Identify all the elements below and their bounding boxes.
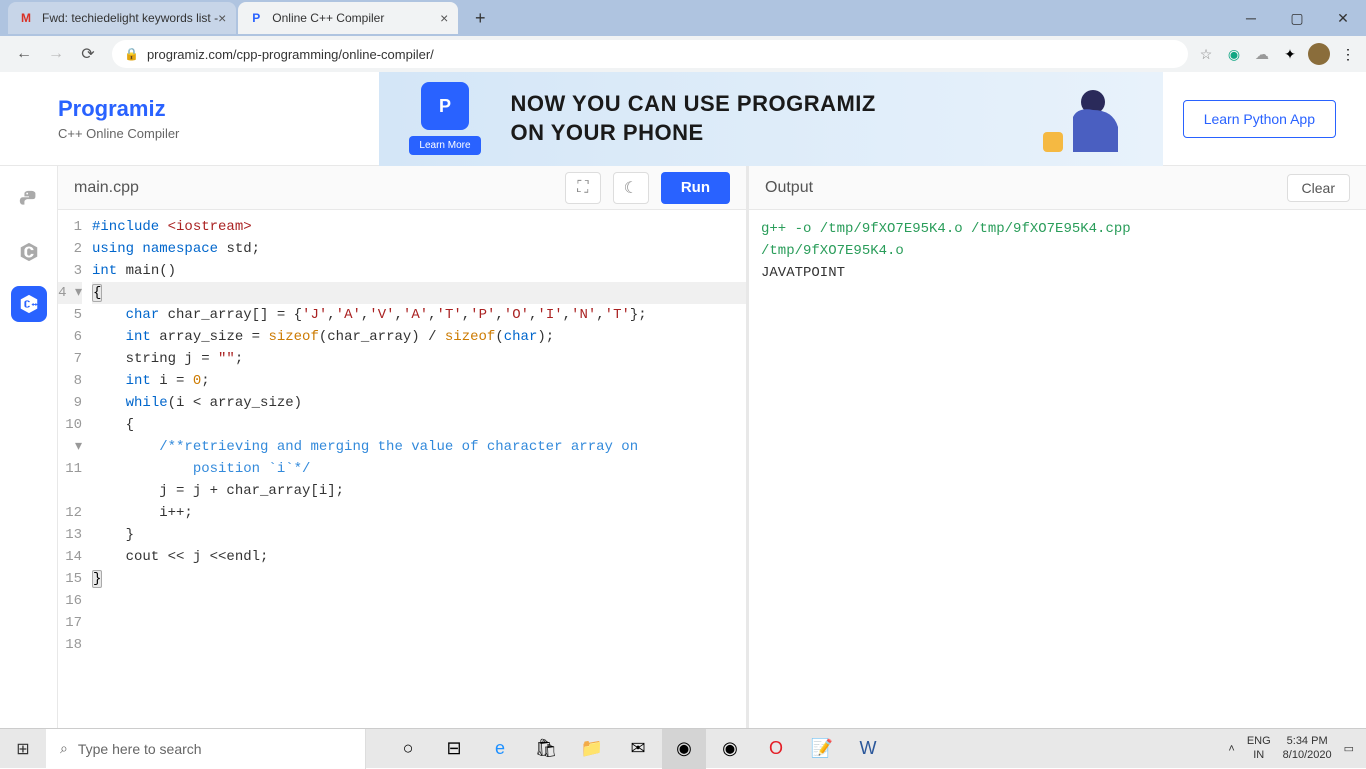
cortana-icon[interactable]: ○ [386,729,430,769]
forward-button[interactable]: → [40,38,72,70]
browser-tab-compiler[interactable]: P Online C++ Compiler × [238,2,458,34]
learn-python-button[interactable]: Learn Python App [1183,100,1336,138]
lock-icon: 🔒 [124,47,139,61]
banner-headline: NOW YOU CAN USE PROGRAMIZ ON YOUR PHONE [511,90,876,147]
search-icon: ⌕ [60,740,68,757]
code-lines[interactable]: #include <iostream>using namespace std;i… [92,216,746,732]
gmail-icon: M [18,10,34,26]
action-center-icon[interactable]: ▭ [1344,742,1354,755]
maximize-button[interactable]: ▢ [1274,2,1320,34]
learn-more-pill[interactable]: Learn More [409,136,480,155]
output-title: Output [765,179,813,197]
fullscreen-button[interactable]: ⛶ [565,172,601,204]
store-icon[interactable]: 🛍 [524,729,568,769]
tab-title: Fwd: techiedelight keywords list - [42,11,218,25]
run-button[interactable]: Run [661,172,730,204]
extensions-button[interactable]: ✦ [1280,44,1300,64]
output-content: g++ -o /tmp/9fXO7E95K4.o /tmp/9fXO7E95K4… [749,210,1366,732]
ie-icon[interactable]: e [478,729,522,769]
language-indicator[interactable]: ENG IN [1247,735,1271,761]
learn-python-badge: P [421,82,469,130]
grammarly-icon[interactable]: ◉ [1224,44,1244,64]
tray-chevron-icon[interactable]: ˄ [1228,743,1234,755]
main-layout: main.cpp ⛶ ☾ Run 1234 ▾5678910 ▾11 12131… [0,166,1366,732]
language-sidebar [0,166,58,732]
logo-block[interactable]: Programiz C++ Online Compiler [58,96,179,141]
chromium-icon[interactable]: ◉ [708,729,752,769]
taskbar-search[interactable]: ⌕ Type here to search [46,729,366,769]
extension-icon[interactable]: ☁ [1252,44,1272,64]
chrome-icon[interactable]: ◉ [662,729,706,769]
notepad-icon[interactable]: 📝 [800,729,844,769]
sidebar-python[interactable] [11,182,47,218]
star-icon[interactable]: ☆ [1196,44,1216,64]
address-bar[interactable]: 🔒 programiz.com/cpp-programming/online-c… [112,40,1188,68]
profile-avatar[interactable] [1308,43,1330,65]
output-cmd-1: g++ -o /tmp/9fXO7E95K4.o /tmp/9fXO7E95K4… [761,218,1354,240]
task-view-icon[interactable]: ⊟ [432,729,476,769]
sidebar-c[interactable] [11,234,47,270]
output-result: JAVATPOINT [761,262,1354,284]
url-text: programiz.com/cpp-programming/online-com… [147,47,434,62]
programiz-icon: P [248,10,264,26]
close-icon[interactable]: × [440,10,448,26]
clear-button[interactable]: Clear [1287,174,1350,202]
editor-panel: main.cpp ⛶ ☾ Run 1234 ▾5678910 ▾11 12131… [58,166,746,732]
output-cmd-2: /tmp/9fXO7E95K4.o [761,240,1354,262]
start-button[interactable]: ⊞ [0,729,46,769]
system-tray: ˄ ENG IN 5:34 PM 8/10/2020 ▭ [1228,735,1366,761]
clock[interactable]: 5:34 PM 8/10/2020 [1283,735,1332,761]
word-icon[interactable]: W [846,729,890,769]
promo-banner: P Learn More NOW YOU CAN USE PROGRAMIZ O… [379,72,1162,166]
minimize-button[interactable]: ─ [1228,2,1274,34]
browser-toolbar: ← → ⟳ 🔒 programiz.com/cpp-programming/on… [0,36,1366,72]
mail-icon[interactable]: ✉ [616,729,660,769]
code-editor[interactable]: 1234 ▾5678910 ▾11 12131415161718 #includ… [58,210,746,732]
editor-header: main.cpp ⛶ ☾ Run [58,166,746,210]
close-icon[interactable]: × [218,10,226,26]
opera-icon[interactable]: O [754,729,798,769]
site-header: Programiz C++ Online Compiler P Learn Mo… [0,72,1366,166]
dark-mode-button[interactable]: ☾ [613,172,649,204]
browser-tab-strip: M Fwd: techiedelight keywords list - × P… [0,0,1366,36]
line-gutter: 1234 ▾5678910 ▾11 12131415161718 [58,216,92,732]
explorer-icon[interactable]: 📁 [570,729,614,769]
filename-label: main.cpp [74,179,139,197]
sidebar-cpp[interactable] [11,286,47,322]
banner-illustration [1023,82,1143,162]
back-button[interactable]: ← [8,38,40,70]
reload-button[interactable]: ⟳ [72,38,104,70]
browser-tab-gmail[interactable]: M Fwd: techiedelight keywords list - × [8,2,236,34]
logo-text: Programiz [58,96,179,122]
output-header: Output Clear [749,166,1366,210]
output-panel: Output Clear g++ -o /tmp/9fXO7E95K4.o /t… [746,166,1366,732]
logo-subtitle: C++ Online Compiler [58,126,179,141]
windows-taskbar: ⊞ ⌕ Type here to search ○ ⊟ e 🛍 📁 ✉ ◉ ◉ … [0,728,1366,768]
new-tab-button[interactable]: + [466,4,494,32]
menu-button[interactable]: ⋮ [1338,44,1358,64]
close-window-button[interactable]: ✕ [1320,2,1366,34]
tab-title: Online C++ Compiler [272,11,384,25]
search-placeholder: Type here to search [78,741,202,757]
